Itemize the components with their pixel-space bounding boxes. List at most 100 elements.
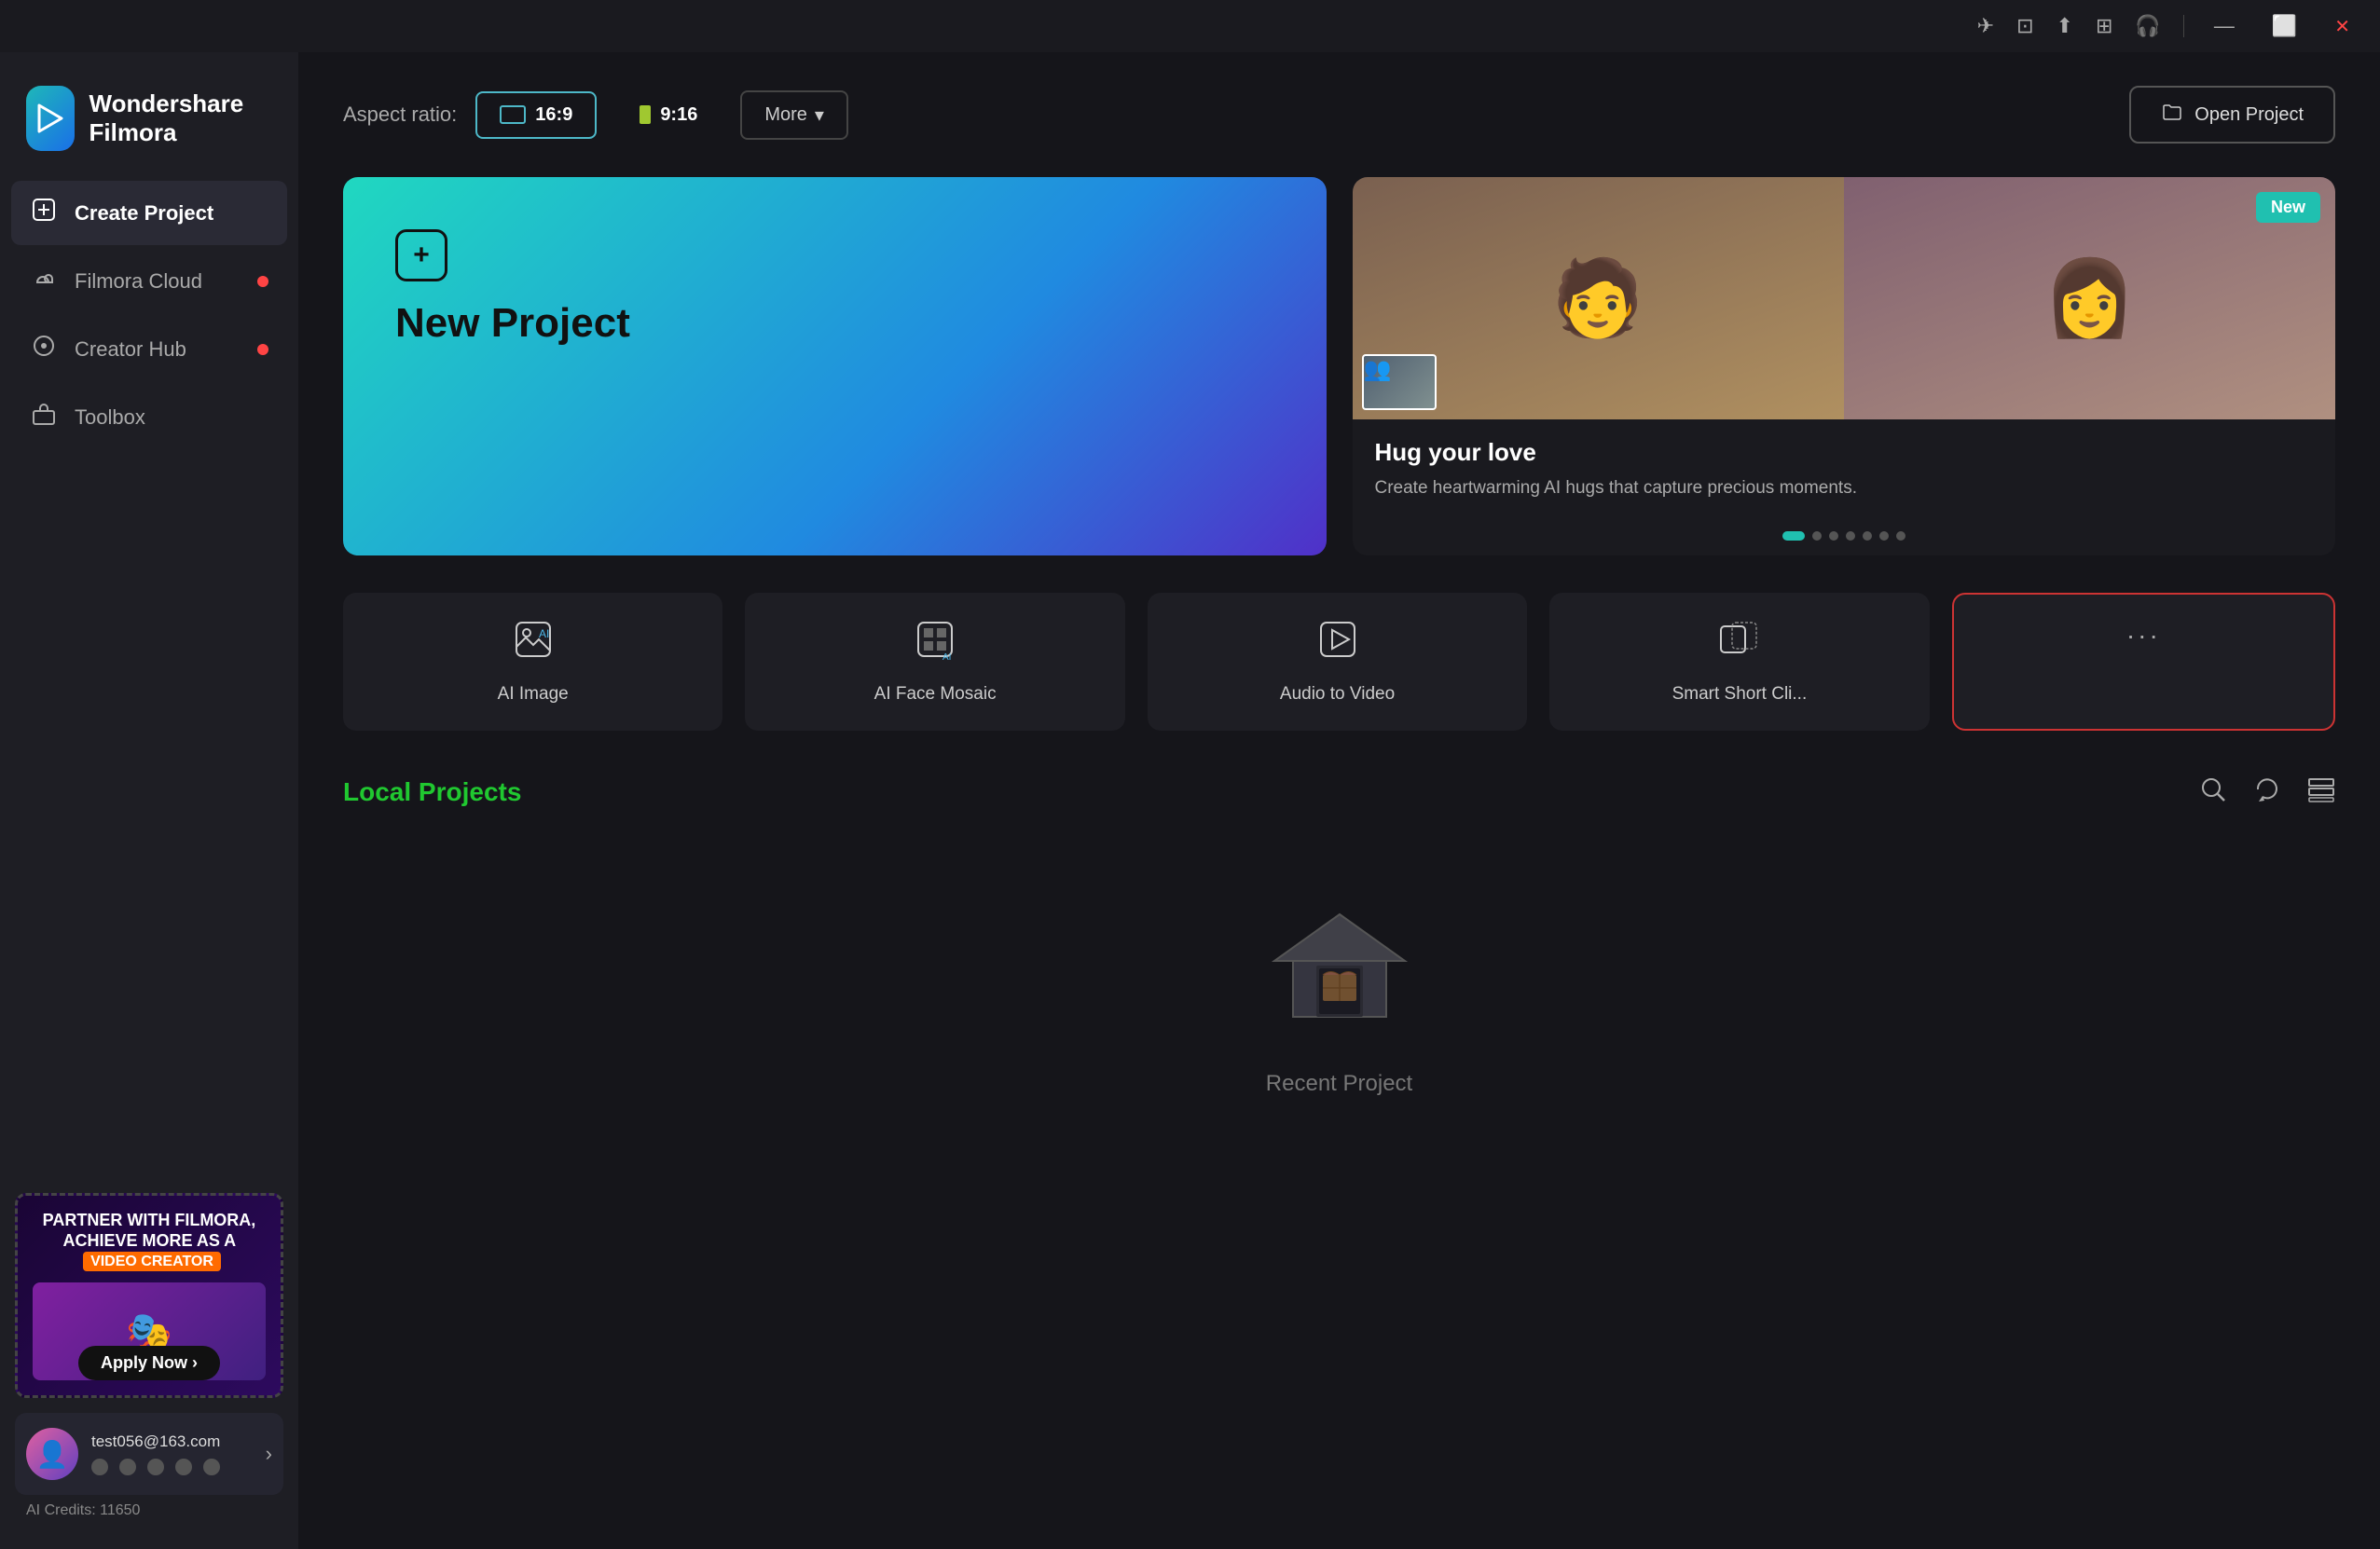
titlebar: ✈ ⊡ ⬆ ⊞ 🎧 — ⬜ ✕ [0, 0, 2380, 52]
sidebar-item-create-project[interactable]: Create Project [11, 181, 287, 245]
tool-label: Smart Short Cli... [1672, 684, 1808, 705]
sidebar-item-toolbox[interactable]: Toolbox [11, 385, 287, 449]
ai-face-mosaic-icon: AI [915, 619, 956, 669]
tool-label: Audio to Video [1280, 684, 1395, 705]
tool-ai-face-mosaic[interactable]: AI AI Face Mosaic [745, 593, 1124, 731]
user-area: 👤 test056@163.com › [15, 1413, 283, 1495]
empty-label: Recent Project [1266, 1071, 1412, 1097]
tool-smart-short-clip[interactable]: Smart Short Cli... [1549, 593, 1929, 731]
new-project-plus-icon: + [395, 229, 447, 281]
aspect-ratio-bar: Aspect ratio: 16:9 9:16 More ▾ Open Proj… [343, 86, 2335, 144]
apply-now-button[interactable]: Apply Now › [78, 1346, 220, 1380]
carousel-dot-2[interactable] [1812, 531, 1822, 541]
sidebar-item-label: Creator Hub [75, 337, 186, 362]
user-email: test056@163.com [91, 1432, 253, 1451]
promo-title: PARTNER WITH FILMORA, ACHIEVE MORE AS A … [33, 1211, 266, 1271]
grid-icon[interactable]: ⊞ [2096, 14, 2112, 38]
send-icon[interactable]: ✈ [1977, 14, 1994, 38]
notification-dot [257, 276, 268, 287]
logo-area: Wondershare Filmora [0, 71, 298, 181]
user-info: test056@163.com [91, 1432, 253, 1475]
folder-icon [2161, 101, 2183, 129]
local-projects-header: Local Projects [343, 775, 2335, 810]
ai-credits: AI Credits: 11650 [15, 1502, 283, 1530]
svg-text:AI: AI [942, 652, 951, 660]
cloud-icon [30, 266, 58, 296]
carousel-dot-3[interactable] [1829, 531, 1838, 541]
user-icons [91, 1459, 253, 1475]
avatar: 👤 [26, 1428, 78, 1480]
carousel-dots [1353, 520, 2336, 555]
more-button[interactable]: More ▾ [740, 90, 848, 140]
empty-house-icon [1265, 896, 1414, 1049]
notification-dot [257, 344, 268, 355]
featured-image-inset: 👥 [1362, 354, 1437, 410]
carousel-dot-1[interactable] [1782, 531, 1805, 541]
titlebar-divider [2183, 15, 2184, 37]
new-project-card[interactable]: + New Project [343, 177, 1327, 555]
promo-banner[interactable]: PARTNER WITH FILMORA, ACHIEVE MORE AS A … [15, 1193, 283, 1398]
new-project-label: New Project [395, 300, 1274, 347]
ai-image-icon: AI [513, 619, 554, 669]
new-badge: New [2256, 192, 2320, 223]
featured-description: Create heartwarming AI hugs that capture… [1375, 476, 2314, 501]
featured-image-left: 🧑 👥 [1353, 177, 1844, 419]
tool-label: AI Image [498, 684, 569, 705]
nav-items: Create Project Filmora Cloud Creator Hub [0, 181, 298, 449]
open-project-button[interactable]: Open Project [2129, 86, 2335, 144]
search-icon[interactable] [2199, 775, 2227, 810]
smart-short-clip-icon [1719, 619, 1760, 669]
tool-ai-image[interactable]: AI AI Image [343, 593, 722, 731]
empty-state: Recent Project [343, 840, 2335, 1153]
app-logo [26, 86, 75, 151]
upload-icon[interactable]: ⬆ [2057, 14, 2073, 38]
featured-title: Hug your love [1375, 438, 2314, 467]
sidebar-item-filmora-cloud[interactable]: Filmora Cloud [11, 249, 287, 313]
chevron-down-icon: ▾ [815, 103, 824, 127]
projects-grid: + New Project 🧑 👥 � [343, 177, 2335, 555]
aspect-ratio-label: Aspect ratio: [343, 103, 457, 127]
user-expand-icon[interactable]: › [266, 1442, 272, 1466]
refresh-icon[interactable] [2253, 775, 2281, 810]
user-icon-3 [147, 1459, 164, 1475]
carousel-dot-7[interactable] [1896, 531, 1905, 541]
carousel-dot-5[interactable] [1863, 531, 1872, 541]
sidebar-item-creator-hub[interactable]: Creator Hub [11, 317, 287, 381]
more-tools-icon: ··· [2126, 621, 2161, 651]
close-button[interactable]: ✕ [2327, 11, 2358, 42]
sidebar-bottom: PARTNER WITH FILMORA, ACHIEVE MORE AS A … [0, 1193, 298, 1530]
promo-highlight: VIDEO CREATOR [83, 1252, 221, 1271]
app-name: Wondershare Filmora [89, 89, 272, 147]
sidebar: Wondershare Filmora Create Project Filmo… [0, 52, 298, 1549]
carousel-dot-4[interactable] [1846, 531, 1855, 541]
toolbox-icon [30, 402, 58, 432]
list-view-icon[interactable] [2307, 775, 2335, 810]
user-icon-2 [119, 1459, 136, 1475]
content-area: Aspect ratio: 16:9 9:16 More ▾ Open Proj… [298, 52, 2380, 1549]
tool-audio-to-video[interactable]: Audio to Video [1148, 593, 1527, 731]
carousel-dot-6[interactable] [1879, 531, 1889, 541]
tool-more[interactable]: ··· [1952, 593, 2335, 731]
featured-images: 🧑 👥 👩 New [1353, 177, 2336, 419]
sidebar-item-label: Toolbox [75, 405, 145, 430]
user-icon-4 [175, 1459, 192, 1475]
aspect-916-button[interactable]: 9:16 [615, 91, 722, 139]
maximize-button[interactable]: ⬜ [2264, 10, 2304, 42]
minimize-button[interactable]: — [2207, 10, 2242, 42]
aspect-169-icon [500, 105, 526, 124]
ai-tools-row: AI AI Image AI AI Face Mosaic Audio to V… [343, 593, 2335, 731]
audio-to-video-icon [1317, 619, 1358, 669]
screen-icon[interactable]: ⊡ [2016, 14, 2033, 38]
local-projects-title: Local Projects [343, 777, 521, 807]
svg-text:AI: AI [539, 627, 549, 640]
user-icon-1 [91, 1459, 108, 1475]
user-icon-5 [203, 1459, 220, 1475]
aspect-169-button[interactable]: 16:9 [475, 91, 597, 139]
headset-icon[interactable]: 🎧 [2135, 14, 2160, 38]
main-layout: Wondershare Filmora Create Project Filmo… [0, 52, 2380, 1549]
local-projects-actions [2199, 775, 2335, 810]
featured-card[interactable]: 🧑 👥 👩 New Hug your love [1353, 177, 2336, 555]
featured-info: Hug your love Create heartwarming AI hug… [1353, 419, 2336, 520]
aspect-916-icon [640, 105, 651, 124]
create-project-icon [30, 198, 58, 228]
